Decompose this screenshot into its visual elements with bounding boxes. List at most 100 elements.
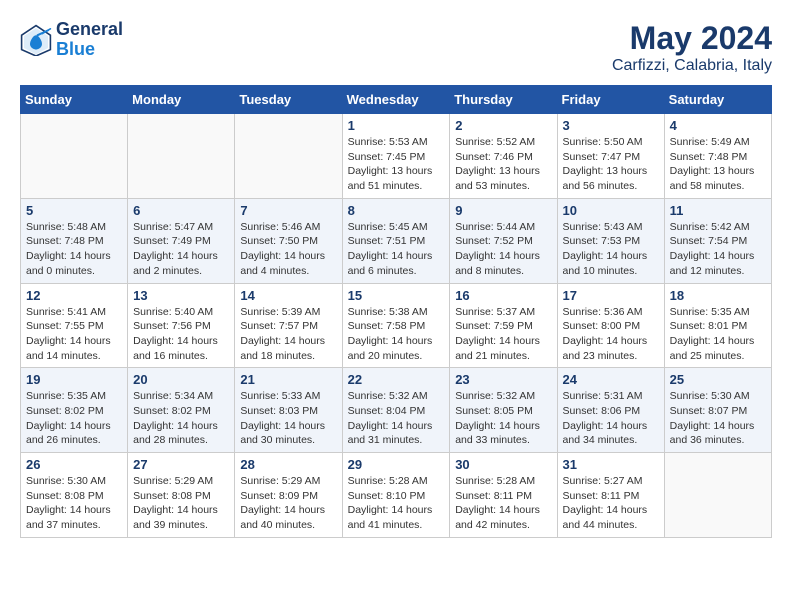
calendar-cell: 19 Sunrise: 5:35 AMSunset: 8:02 PMDayligh… [21, 368, 128, 453]
day-number: 30 [455, 457, 551, 472]
calendar-cell: 16 Sunrise: 5:37 AMSunset: 7:59 PMDayligh… [450, 283, 557, 368]
calendar-week-row: 26Sunrise: 5:30 AMSunset: 8:08 PMDayligh… [21, 453, 772, 538]
calendar-cell [235, 114, 342, 199]
calendar-cell: 3 Sunrise: 5:50 AMSunset: 7:47 PMDaylight… [557, 114, 664, 199]
calendar-cell: 26Sunrise: 5:30 AMSunset: 8:08 PMDayligh… [21, 453, 128, 538]
month-title: May 2024 [612, 20, 772, 57]
logo-blue: Blue [56, 39, 95, 59]
day-info: Sunrise: 5:43 AMSunset: 7:53 PMDaylight:… [563, 220, 659, 279]
day-number: 22 [348, 372, 445, 387]
logo: General Blue [20, 20, 123, 60]
day-number: 14 [240, 288, 336, 303]
calendar-cell: 2 Sunrise: 5:52 AMSunset: 7:46 PMDaylight… [450, 114, 557, 199]
logo-general: General [56, 20, 123, 40]
calendar-cell: 24 Sunrise: 5:31 AMSunset: 8:06 PMDayligh… [557, 368, 664, 453]
calendar-week-row: 12 Sunrise: 5:41 AMSunset: 7:55 PMDayligh… [21, 283, 772, 368]
day-info: Sunrise: 5:46 AMSunset: 7:50 PMDaylight:… [240, 220, 336, 279]
calendar-cell: 5 Sunrise: 5:48 AMSunset: 7:48 PMDaylight… [21, 198, 128, 283]
day-number: 12 [26, 288, 122, 303]
calendar-cell: 14 Sunrise: 5:39 AMSunset: 7:57 PMDayligh… [235, 283, 342, 368]
calendar-cell [664, 453, 771, 538]
day-number: 27 [133, 457, 229, 472]
day-info: Sunrise: 5:29 AMSunset: 8:09 PMDaylight:… [240, 474, 336, 533]
day-number: 7 [240, 203, 336, 218]
day-info: Sunrise: 5:31 AMSunset: 8:06 PMDaylight:… [563, 389, 659, 448]
day-number: 20 [133, 372, 229, 387]
day-info: Sunrise: 5:49 AMSunset: 7:48 PMDaylight:… [670, 135, 766, 194]
calendar-cell: 8 Sunrise: 5:45 AMSunset: 7:51 PMDaylight… [342, 198, 450, 283]
day-info: Sunrise: 5:48 AMSunset: 7:48 PMDaylight:… [26, 220, 122, 279]
day-info: Sunrise: 5:45 AMSunset: 7:51 PMDaylight:… [348, 220, 445, 279]
day-number: 4 [670, 118, 766, 133]
calendar-cell: 6Sunrise: 5:47 AMSunset: 7:49 PMDaylight… [128, 198, 235, 283]
day-info: Sunrise: 5:53 AMSunset: 7:45 PMDaylight:… [348, 135, 445, 194]
calendar-cell: 31Sunrise: 5:27 AMSunset: 8:11 PMDayligh… [557, 453, 664, 538]
calendar-table: SundayMondayTuesdayWednesdayThursdayFrid… [20, 85, 772, 538]
day-info: Sunrise: 5:38 AMSunset: 7:58 PMDaylight:… [348, 305, 445, 364]
calendar-cell: 27 Sunrise: 5:29 AMSunset: 8:08 PMDayligh… [128, 453, 235, 538]
day-info: Sunrise: 5:44 AMSunset: 7:52 PMDaylight:… [455, 220, 551, 279]
calendar-cell [21, 114, 128, 199]
weekday-header-sunday: Sunday [21, 86, 128, 114]
calendar-cell: 28 Sunrise: 5:29 AMSunset: 8:09 PMDayligh… [235, 453, 342, 538]
day-number: 13 [133, 288, 229, 303]
day-info: Sunrise: 5:35 AMSunset: 8:02 PMDaylight:… [26, 389, 122, 448]
day-info: Sunrise: 5:28 AMSunset: 8:11 PMDaylight:… [455, 474, 551, 533]
day-info: Sunrise: 5:50 AMSunset: 7:47 PMDaylight:… [563, 135, 659, 194]
logo-icon [20, 24, 52, 56]
location-title: Carfizzi, Calabria, Italy [612, 57, 772, 75]
weekday-header-tuesday: Tuesday [235, 86, 342, 114]
day-info: Sunrise: 5:35 AMSunset: 8:01 PMDaylight:… [670, 305, 766, 364]
day-number: 15 [348, 288, 445, 303]
calendar-cell: 25Sunrise: 5:30 AMSunset: 8:07 PMDayligh… [664, 368, 771, 453]
calendar-cell: 21Sunrise: 5:33 AMSunset: 8:03 PMDayligh… [235, 368, 342, 453]
day-info: Sunrise: 5:52 AMSunset: 7:46 PMDaylight:… [455, 135, 551, 194]
day-number: 2 [455, 118, 551, 133]
weekday-header-friday: Friday [557, 86, 664, 114]
day-number: 23 [455, 372, 551, 387]
day-number: 8 [348, 203, 445, 218]
day-number: 3 [563, 118, 659, 133]
day-number: 25 [670, 372, 766, 387]
day-info: Sunrise: 5:36 AMSunset: 8:00 PMDaylight:… [563, 305, 659, 364]
day-number: 28 [240, 457, 336, 472]
calendar-week-row: 5 Sunrise: 5:48 AMSunset: 7:48 PMDaylight… [21, 198, 772, 283]
day-info: Sunrise: 5:37 AMSunset: 7:59 PMDaylight:… [455, 305, 551, 364]
calendar-cell: 11Sunrise: 5:42 AMSunset: 7:54 PMDayligh… [664, 198, 771, 283]
day-number: 16 [455, 288, 551, 303]
day-info: Sunrise: 5:27 AMSunset: 8:11 PMDaylight:… [563, 474, 659, 533]
weekday-header-thursday: Thursday [450, 86, 557, 114]
calendar-cell: 18 Sunrise: 5:35 AMSunset: 8:01 PMDayligh… [664, 283, 771, 368]
calendar-week-row: 1Sunrise: 5:53 AMSunset: 7:45 PMDaylight… [21, 114, 772, 199]
calendar-cell: 29 Sunrise: 5:28 AMSunset: 8:10 PMDayligh… [342, 453, 450, 538]
day-number: 5 [26, 203, 122, 218]
day-info: Sunrise: 5:39 AMSunset: 7:57 PMDaylight:… [240, 305, 336, 364]
day-info: Sunrise: 5:33 AMSunset: 8:03 PMDaylight:… [240, 389, 336, 448]
calendar-cell [128, 114, 235, 199]
calendar-week-row: 19 Sunrise: 5:35 AMSunset: 8:02 PMDayligh… [21, 368, 772, 453]
weekday-header-monday: Monday [128, 86, 235, 114]
day-info: Sunrise: 5:28 AMSunset: 8:10 PMDaylight:… [348, 474, 445, 533]
calendar-cell: 15 Sunrise: 5:38 AMSunset: 7:58 PMDayligh… [342, 283, 450, 368]
day-info: Sunrise: 5:40 AMSunset: 7:56 PMDaylight:… [133, 305, 229, 364]
day-number: 10 [563, 203, 659, 218]
day-number: 9 [455, 203, 551, 218]
calendar-header-row: SundayMondayTuesdayWednesdayThursdayFrid… [21, 86, 772, 114]
day-number: 18 [670, 288, 766, 303]
weekday-header-saturday: Saturday [664, 86, 771, 114]
day-info: Sunrise: 5:41 AMSunset: 7:55 PMDaylight:… [26, 305, 122, 364]
calendar-cell: 30 Sunrise: 5:28 AMSunset: 8:11 PMDayligh… [450, 453, 557, 538]
day-number: 24 [563, 372, 659, 387]
calendar-cell: 22Sunrise: 5:32 AMSunset: 8:04 PMDayligh… [342, 368, 450, 453]
calendar-cell: 20Sunrise: 5:34 AMSunset: 8:02 PMDayligh… [128, 368, 235, 453]
calendar-cell: 13 Sunrise: 5:40 AMSunset: 7:56 PMDayligh… [128, 283, 235, 368]
calendar-cell: 4 Sunrise: 5:49 AMSunset: 7:48 PMDaylight… [664, 114, 771, 199]
calendar-cell: 10 Sunrise: 5:43 AMSunset: 7:53 PMDayligh… [557, 198, 664, 283]
calendar-cell: 17Sunrise: 5:36 AMSunset: 8:00 PMDayligh… [557, 283, 664, 368]
calendar-cell: 12 Sunrise: 5:41 AMSunset: 7:55 PMDayligh… [21, 283, 128, 368]
day-number: 11 [670, 203, 766, 218]
day-number: 19 [26, 372, 122, 387]
day-number: 29 [348, 457, 445, 472]
day-info: Sunrise: 5:29 AMSunset: 8:08 PMDaylight:… [133, 474, 229, 533]
day-info: Sunrise: 5:30 AMSunset: 8:08 PMDaylight:… [26, 474, 122, 533]
